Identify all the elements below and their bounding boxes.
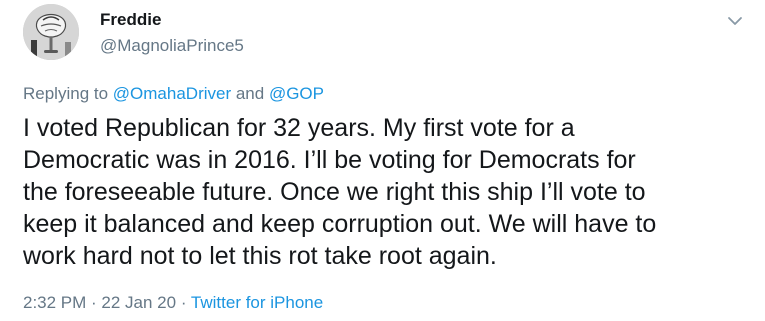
replying-to-label: Replying to bbox=[23, 84, 113, 103]
tweet-source-link[interactable]: Twitter for iPhone bbox=[191, 293, 323, 312]
reply-mention-omahadriver[interactable]: @OmahaDriver bbox=[113, 84, 231, 103]
meta-separator: · bbox=[86, 293, 102, 312]
meta-separator: · bbox=[176, 293, 191, 312]
tweet-card: Freddie @MagnoliaPrince5 Replying to @Om… bbox=[0, 0, 765, 321]
tweet-time[interactable]: 2:32 PM bbox=[23, 293, 86, 312]
tweet-date[interactable]: 22 Jan 20 bbox=[101, 293, 176, 312]
tweet-metadata: 2:32 PM · 22 Jan 20 · Twitter for iPhone bbox=[23, 293, 323, 313]
reply-conjunction: and bbox=[231, 84, 269, 103]
replying-to-line: Replying to @OmahaDriver and @GOP bbox=[23, 84, 324, 104]
user-handle[interactable]: @MagnoliaPrince5 bbox=[100, 36, 244, 56]
reply-mention-gop[interactable]: @GOP bbox=[269, 84, 324, 103]
display-name[interactable]: Freddie bbox=[100, 10, 161, 30]
tweet-text: I voted Republican for 32 years. My firs… bbox=[23, 114, 657, 270]
avatar-image bbox=[23, 4, 79, 60]
chevron-down-icon[interactable] bbox=[726, 14, 744, 28]
avatar[interactable] bbox=[23, 4, 79, 60]
